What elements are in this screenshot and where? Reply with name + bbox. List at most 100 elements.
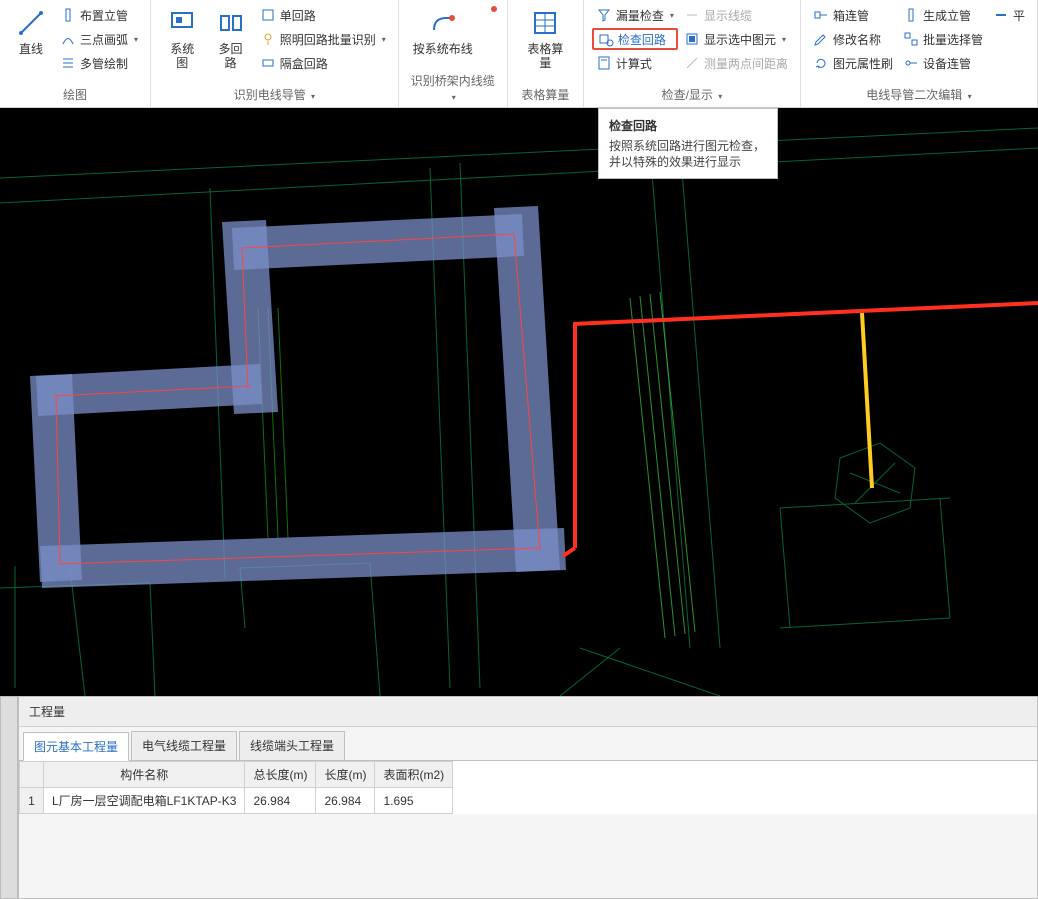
boxconnect-button[interactable]: 箱连管 [809, 4, 897, 26]
lightloop-button[interactable]: 照明回路批量识别 ▾ [256, 28, 390, 50]
checkloop-button[interactable]: 检查回路 [592, 28, 678, 50]
group-name-secondary-edit[interactable]: 电线导管二次编辑 ▾ [809, 82, 1029, 107]
tab-terminal-qty[interactable]: 线缆端头工程量 [239, 731, 345, 760]
multipipe-icon [60, 55, 76, 71]
calc-button[interactable]: 计算式 [592, 52, 678, 74]
ribbon-group-identify-conduit: 系统图 多回路 单回路 照明回路批量识别 ▾ 隔盒回路 [151, 0, 399, 107]
rename-icon [813, 31, 829, 47]
lightloop-label: 照明回路批量识别 [280, 31, 376, 48]
cell-name: L厂房一层空调配电箱LF1KTAP-K3 [44, 788, 245, 814]
refresh-icon [813, 55, 829, 71]
tooltip: 检查回路 按照系统回路进行图元检查，并以特殊的效果进行显示 [598, 108, 778, 179]
panel-title: 工程量 [19, 697, 1037, 727]
batchsel-button[interactable]: 批量选择管 [899, 28, 987, 50]
flat-button[interactable]: 平 [989, 4, 1029, 26]
caret-icon: ▾ [670, 11, 674, 20]
sysdiagram-button[interactable]: 系统图 [159, 4, 205, 74]
quantity-panel: 工程量 图元基本工程量 电气线缆工程量 线缆端头工程量 构件名称 总长度(m) … [18, 696, 1038, 899]
col-area: 表面积(m2) [375, 762, 453, 788]
singleloop-button[interactable]: 单回路 [256, 4, 390, 26]
route-label: 按系统布线 [413, 42, 473, 56]
caret-icon: ▾ [452, 93, 456, 102]
ribbon-group-draw: 直线 布置立管 三点画弧 ▾ 多管绘制 绘图 [0, 0, 151, 107]
sysdiagram-label: 系统图 [165, 42, 199, 70]
cell-length: 26.984 [316, 788, 375, 814]
devconn-icon [903, 55, 919, 71]
group-name-identify-tray[interactable]: 识别桥架内线缆 ▾ [407, 68, 499, 107]
table-row[interactable]: 1 L厂房一层空调配电箱LF1KTAP-K3 26.984 26.984 1.6… [20, 788, 453, 814]
devconn-label: 设备连管 [923, 55, 971, 72]
rename-label: 修改名称 [833, 31, 881, 48]
grid-icon [530, 8, 560, 38]
col-name: 构件名称 [44, 762, 245, 788]
group-name-check-display[interactable]: 检查/显示 ▾ [592, 82, 792, 107]
group-name-identify-conduit[interactable]: 识别电线导管 ▾ [159, 82, 390, 107]
col-length: 长度(m) [316, 762, 375, 788]
calc-icon [596, 55, 612, 71]
showsel-icon [684, 31, 700, 47]
genpipe-label: 生成立管 [923, 7, 971, 24]
batchsel-icon [903, 31, 919, 47]
panel-tabs: 图元基本工程量 电气线缆工程量 线缆端头工程量 [19, 727, 1037, 760]
rename-button[interactable]: 修改名称 [809, 28, 897, 50]
hiddenloop-button[interactable]: 隔盒回路 [256, 52, 390, 74]
col-total-length: 总长度(m) [245, 762, 316, 788]
connect-icon [813, 7, 829, 23]
checkloop-icon [598, 31, 614, 47]
quantity-table-wrap: 构件名称 总长度(m) 长度(m) 表面积(m2) 1 L厂房一层空调配电箱LF… [19, 760, 1037, 814]
lightloop-icon [260, 31, 276, 47]
singleloop-icon [260, 7, 276, 23]
tab-cable-qty[interactable]: 电气线缆工程量 [131, 731, 237, 760]
drawing-canvas[interactable] [0, 108, 1038, 696]
multiloop-button[interactable]: 多回路 [207, 4, 253, 74]
multiloop-label: 多回路 [213, 42, 247, 70]
caret-icon: ▾ [782, 35, 786, 44]
arc-button[interactable]: 三点画弧 ▾ [56, 28, 142, 50]
layout-pipe-button[interactable]: 布置立管 [56, 4, 142, 26]
layout-pipe-label: 布置立管 [80, 7, 128, 24]
measure-icon [684, 55, 700, 71]
ribbon-group-check-display: 漏量检查 ▾ 检查回路 计算式 显示线缆 [584, 0, 801, 107]
multipipe-label: 多管绘制 [80, 55, 128, 72]
cell-total: 26.984 [245, 788, 316, 814]
flat-icon [993, 7, 1009, 23]
arc-icon [60, 31, 76, 47]
line-button[interactable]: 直线 [8, 4, 54, 74]
multipipe-button[interactable]: 多管绘制 [56, 52, 142, 74]
devconn-button[interactable]: 设备连管 [899, 52, 987, 74]
tooltip-title: 检查回路 [609, 117, 767, 134]
group-name-draw: 绘图 [8, 82, 142, 107]
genpipe-button[interactable]: 生成立管 [899, 4, 987, 26]
tooltip-body: 按照系统回路进行图元检查，并以特殊的效果进行显示 [609, 138, 767, 170]
panel-gutter[interactable] [0, 696, 18, 899]
batchsel-label: 批量选择管 [923, 31, 983, 48]
tablecalc-label: 表格算量 [522, 42, 569, 70]
group-name-table-calc: 表格算量 [516, 82, 575, 107]
measure-label: 测量两点间距离 [704, 55, 788, 72]
tab-basic-qty[interactable]: 图元基本工程量 [23, 732, 129, 761]
quantity-table: 构件名称 总长度(m) 长度(m) 表面积(m2) 1 L厂房一层空调配电箱LF… [19, 761, 453, 814]
arc-label: 三点画弧 [80, 31, 128, 48]
leakcheck-button[interactable]: 漏量检查 ▾ [592, 4, 678, 26]
ribbon-group-identify-tray: 按系统布线 识别桥架内线缆 ▾ [399, 0, 508, 107]
notification-dot-icon [491, 6, 497, 12]
tablecalc-button[interactable]: 表格算量 [516, 4, 575, 74]
genpipe-icon [903, 7, 919, 23]
funnel-icon [596, 7, 612, 23]
caret-icon: ▾ [382, 35, 386, 44]
ribbon: 直线 布置立管 三点画弧 ▾ 多管绘制 绘图 [0, 0, 1038, 108]
pipe-icon [60, 7, 76, 23]
line-label: 直线 [19, 42, 43, 56]
caret-icon: ▾ [968, 92, 972, 101]
route-icon [428, 8, 458, 38]
showline-label: 显示线缆 [704, 7, 752, 24]
showsel-button[interactable]: 显示选中图元 ▾ [680, 28, 792, 50]
caret-icon: ▾ [718, 92, 722, 101]
showline-button: 显示线缆 [680, 4, 792, 26]
singleloop-label: 单回路 [280, 7, 316, 24]
route-button[interactable]: 按系统布线 [407, 4, 479, 60]
refresh-button[interactable]: 图元属性刷 [809, 52, 897, 74]
hiddenloop-label: 隔盒回路 [280, 55, 328, 72]
ribbon-group-secondary-edit: 箱连管 修改名称 图元属性刷 生成立管 批量选择管 [801, 0, 1038, 107]
line-icon [16, 8, 46, 38]
